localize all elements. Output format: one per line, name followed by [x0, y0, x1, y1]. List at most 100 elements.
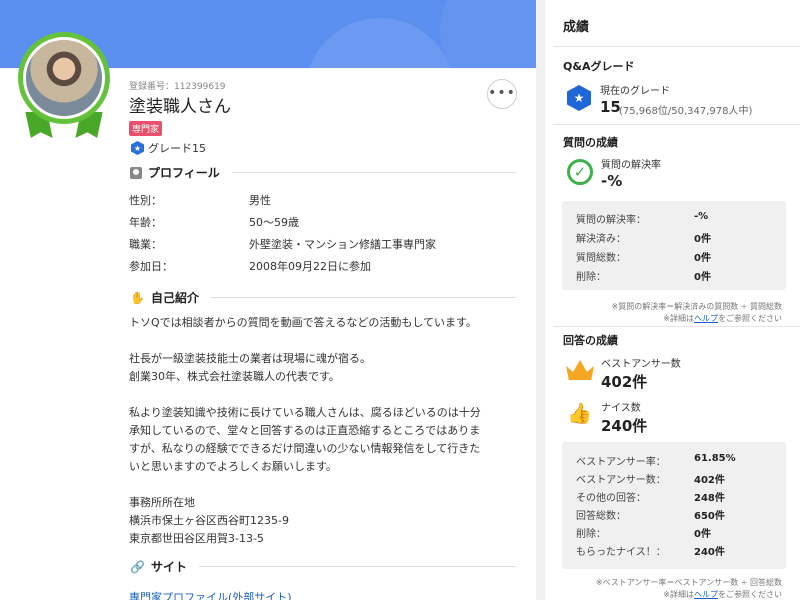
profile-section-title: プロフィール [130, 164, 516, 181]
intro-line: 私より塗装知識や技術に長けている職人さんは、腐るほどいるのは十分 [129, 406, 481, 419]
stat-row: 質問総数： 0件 [576, 249, 711, 264]
stat-row: 削除： 0件 [576, 525, 711, 540]
avatar [14, 32, 114, 142]
note-text: をご参照ください [718, 590, 782, 599]
nice-value: 240件 [601, 417, 648, 435]
stat-label: 質問総数： [576, 253, 626, 264]
stat-label: 削除： [576, 272, 606, 283]
stat-row: その他の回答： 248件 [576, 489, 725, 504]
stat-row: もらったナイス！： 240件 [576, 543, 725, 558]
nice-label: ナイス数 [601, 403, 641, 414]
crown-icon [566, 360, 594, 380]
results-panel: 成績 Q&Aグレード ★ 現在のグレード 15 (75,968位/50,347,… [545, 0, 800, 600]
intro-line: 横浜市保土ヶ谷区西谷町1235-9 [129, 514, 289, 527]
link-icon: 🔗 [130, 559, 145, 574]
grade-star-icon: ★ [131, 141, 144, 155]
question-resolve-rate-label: 質問の解決率 [601, 160, 661, 171]
stat-value: 402件 [694, 475, 725, 486]
stat-row: 回答総数： 650件 [576, 507, 725, 522]
note-text: をご参照ください [718, 314, 782, 323]
site-section-label: サイト [150, 560, 187, 574]
stat-value: 240件 [694, 547, 725, 558]
intro-section-title: ✋ 自己紹介 [130, 289, 516, 306]
intro-line: 創業30年、株式会社塗装職人の代表です。 [129, 370, 340, 383]
current-grade-label: 現在のグレード [600, 86, 670, 97]
expert-badge: 専門家 [129, 121, 163, 136]
question-note: ※質問の解決率＝解決済みの質問数 ÷ 質問総数 [611, 302, 783, 311]
qa-grade-title: Q&Aグレード [563, 60, 635, 73]
hand-icon: ✋ [130, 290, 145, 305]
stat-label: ベストアンサー率： [576, 457, 666, 468]
stat-value: 650件 [694, 511, 725, 522]
person-icon [130, 166, 142, 179]
question-stats-box: 質問の解決率： -% 解決済み： 0件 質問総数： 0件 削除： 0件 [562, 201, 786, 290]
stat-label: 削除： [576, 529, 606, 540]
stat-value: 0件 [694, 272, 711, 283]
intro-line: 事務所所在地 [129, 496, 195, 509]
row-label: 職業： [129, 238, 162, 251]
divider [231, 172, 516, 173]
grade-label: グレード15 [148, 142, 206, 155]
profile-row-age: 年齢： 50～59歳 [129, 214, 299, 230]
current-grade-value: 15 [600, 98, 621, 116]
profile-row-gender: 性別： 男性 [129, 192, 271, 208]
stat-row: ベストアンサー数： 402件 [576, 471, 725, 486]
best-answer-value: 402件 [601, 373, 648, 391]
stat-label: その他の回答： [576, 493, 646, 504]
stat-value: 61.85% [694, 453, 736, 464]
banner-circle [440, 0, 536, 68]
stat-value: 0件 [694, 253, 711, 264]
row-value: 男性 [249, 194, 271, 207]
help-link[interactable]: ヘルプ [694, 314, 718, 323]
answer-stats-box: ベストアンサー率： 61.85% ベストアンサー数： 402件 その他の回答： 248… [562, 442, 786, 569]
divider [553, 124, 800, 125]
intro-line: いと思いますのでよろしくお願いします。 [129, 460, 337, 473]
stat-label: もらったナイス！： [576, 547, 666, 558]
registration-number: 登録番号：112399619 [129, 82, 226, 92]
stat-row: ベストアンサー率： 61.85% [576, 453, 736, 468]
question-resolve-rate-value: -% [601, 172, 623, 190]
grade-star-icon: ★ [567, 85, 591, 111]
intro-line: 承知しているので、堂々と回答するのは正直恐縮するところではありま [129, 424, 481, 437]
expert-profile-link[interactable]: 専門家プロファイル(外部サイト) [129, 589, 292, 600]
profile-row-joined: 参加日： 2008年09月22日に参加 [129, 258, 371, 274]
stat-label: 回答総数： [576, 511, 626, 522]
stat-label: 質問の解決率： [576, 215, 646, 226]
profile-row-occupation: 職業： 外壁塗装・マンション修繕工事専門家 [129, 236, 436, 252]
row-value: 外壁塗装・マンション修繕工事専門家 [249, 238, 436, 251]
row-label: 性別： [129, 194, 162, 207]
note-text: ※詳細は [663, 590, 694, 599]
more-options-button[interactable]: ••• [487, 79, 517, 109]
stat-value: 0件 [694, 234, 711, 245]
intro-text: トソQでは相談者からの質問を動画で答えるなどの活動もしています。 社長が一級塗装… [129, 314, 514, 548]
row-label: 年齢： [129, 216, 162, 229]
stat-value: 0件 [694, 529, 711, 540]
answer-help-note: ※詳細はヘルプをご参照ください [663, 589, 782, 600]
intro-line: トソQでは相談者からの質問を動画で答えるなどの活動もしています。 [129, 316, 477, 329]
stat-label: 解決済み： [576, 234, 626, 245]
divider [198, 566, 516, 567]
results-title: 成績 [563, 20, 590, 35]
stat-row: 質問の解決率： -% [576, 211, 708, 226]
note-text: ※詳細は [663, 314, 694, 323]
row-value: 2008年09月22日に参加 [249, 260, 371, 273]
user-name: 塗装職人さん [129, 97, 231, 117]
stat-row: 解決済み： 0件 [576, 230, 711, 245]
question-results-title: 質問の成績 [563, 136, 618, 149]
stat-value: 248件 [694, 493, 725, 504]
thumbs-up-icon: 👍 [567, 401, 592, 425]
row-value: 50～59歳 [249, 216, 299, 229]
grade-rank: (75,968位/50,347,978人中) [619, 106, 753, 117]
intro-line: すが、私なりの経験でできるだけ間違いの少ない情報発信をして行きた [129, 442, 481, 455]
answer-note: ※ベストアンサー率＝ベストアンサー数 ÷ 回答総数 [595, 578, 782, 587]
help-link[interactable]: ヘルプ [694, 590, 718, 599]
divider [210, 297, 516, 298]
answer-results-title: 回答の成績 [563, 334, 618, 347]
profile-panel: 登録番号：112399619 塗装職人さん 専門家 ★ グレード15 ••• プ… [0, 0, 536, 600]
intro-section-label: 自己紹介 [150, 291, 199, 305]
avatar-photo [23, 37, 105, 119]
banner-circle [305, 18, 455, 68]
question-help-note: ※詳細はヘルプをご参照ください [663, 313, 782, 324]
stat-label: ベストアンサー数： [576, 475, 666, 486]
best-answer-label: ベストアンサー数 [601, 359, 681, 370]
